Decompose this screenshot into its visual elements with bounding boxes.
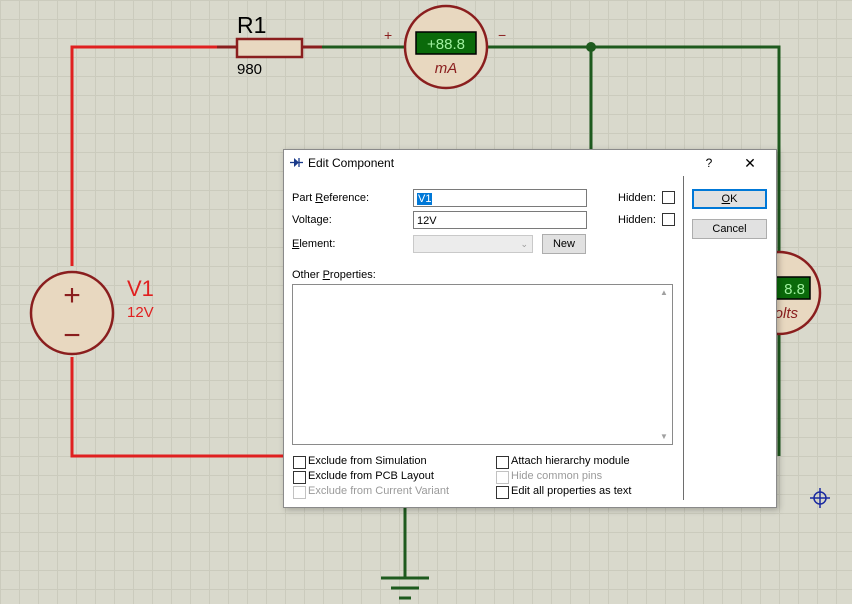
help-button[interactable]: ?: [700, 154, 718, 172]
edit-all-label: Edit all properties as text: [511, 485, 632, 497]
voltage-source-v1[interactable]: + − V1 12V: [29, 270, 154, 356]
part-reference-hidden-checkbox[interactable]: [662, 191, 675, 204]
ammeter-display: +88.8: [427, 36, 465, 53]
source-name: V1: [127, 276, 154, 301]
source-value: 12V: [127, 304, 154, 321]
ok-button[interactable]: OK: [692, 189, 767, 209]
element-label: Element:: [292, 238, 336, 250]
cancel-button[interactable]: Cancel: [692, 219, 767, 239]
scroll-down-icon[interactable]: ▼: [660, 432, 668, 441]
wire-red-bottom: [70, 357, 283, 458]
wire-red-top-left: [70, 45, 217, 266]
voltage-label: Voltage:: [292, 214, 332, 226]
dialog-title: Edit Component: [308, 156, 395, 170]
hide-pins-label: Hide common pins: [511, 470, 603, 482]
exclude-simulation-checkbox[interactable]: [293, 456, 306, 469]
junction-dot: [586, 42, 596, 52]
dialog-separator: [683, 176, 684, 500]
ground-symbol[interactable]: [381, 576, 429, 600]
part-reference-hidden-label: Hidden:: [618, 192, 656, 204]
ammeter-minus: −: [498, 27, 506, 43]
part-reference-input[interactable]: V1: [413, 189, 587, 207]
attach-hierarchy-checkbox[interactable]: [496, 456, 509, 469]
attach-hierarchy-label: Attach hierarchy module: [511, 455, 630, 467]
exclude-simulation-label: Exclude from Simulation: [308, 455, 427, 467]
other-properties-textarea[interactable]: ▲ ▼: [292, 284, 673, 445]
voltmeter-display: 8.8: [784, 281, 805, 298]
exclude-variant-checkbox[interactable]: [293, 486, 306, 499]
edit-all-checkbox[interactable]: [496, 486, 509, 499]
exclude-variant-label: Exclude from Current Variant: [308, 485, 450, 497]
resistor-value: 980: [237, 61, 262, 78]
voltage-input[interactable]: 12V: [413, 211, 587, 229]
edit-component-dialog: Edit Component ? ✕ Part Reference: V1 Hi…: [283, 149, 777, 508]
scroll-up-icon[interactable]: ▲: [660, 288, 668, 297]
resistor-name: R1: [237, 12, 266, 38]
chevron-down-icon: ⌄: [520, 239, 528, 249]
new-element-button[interactable]: New: [542, 234, 586, 254]
ammeter-unit: mA: [435, 60, 458, 77]
source-plus: +: [63, 279, 81, 312]
voltage-hidden-checkbox[interactable]: [662, 213, 675, 226]
ammeter-plus: +: [384, 27, 392, 43]
exclude-pcb-label: Exclude from PCB Layout: [308, 470, 434, 482]
component-icon: [290, 158, 303, 167]
other-properties-label: Other Properties:: [292, 269, 376, 281]
voltmeter-unit: olts: [775, 305, 799, 322]
crosshair-icon: [810, 488, 830, 508]
close-button[interactable]: ✕: [736, 154, 764, 172]
dialog-titlebar[interactable]: Edit Component ? ✕: [284, 150, 776, 176]
part-reference-label: Part Reference:: [292, 192, 370, 204]
element-select[interactable]: ⌄: [413, 235, 533, 253]
resistor-r1[interactable]: R1 980: [217, 12, 322, 78]
exclude-pcb-checkbox[interactable]: [293, 471, 306, 484]
textarea-scrollbar[interactable]: ▲ ▼: [656, 285, 672, 444]
voltage-hidden-label: Hidden:: [618, 214, 656, 226]
source-minus: −: [63, 319, 81, 352]
hide-pins-checkbox[interactable]: [496, 471, 509, 484]
